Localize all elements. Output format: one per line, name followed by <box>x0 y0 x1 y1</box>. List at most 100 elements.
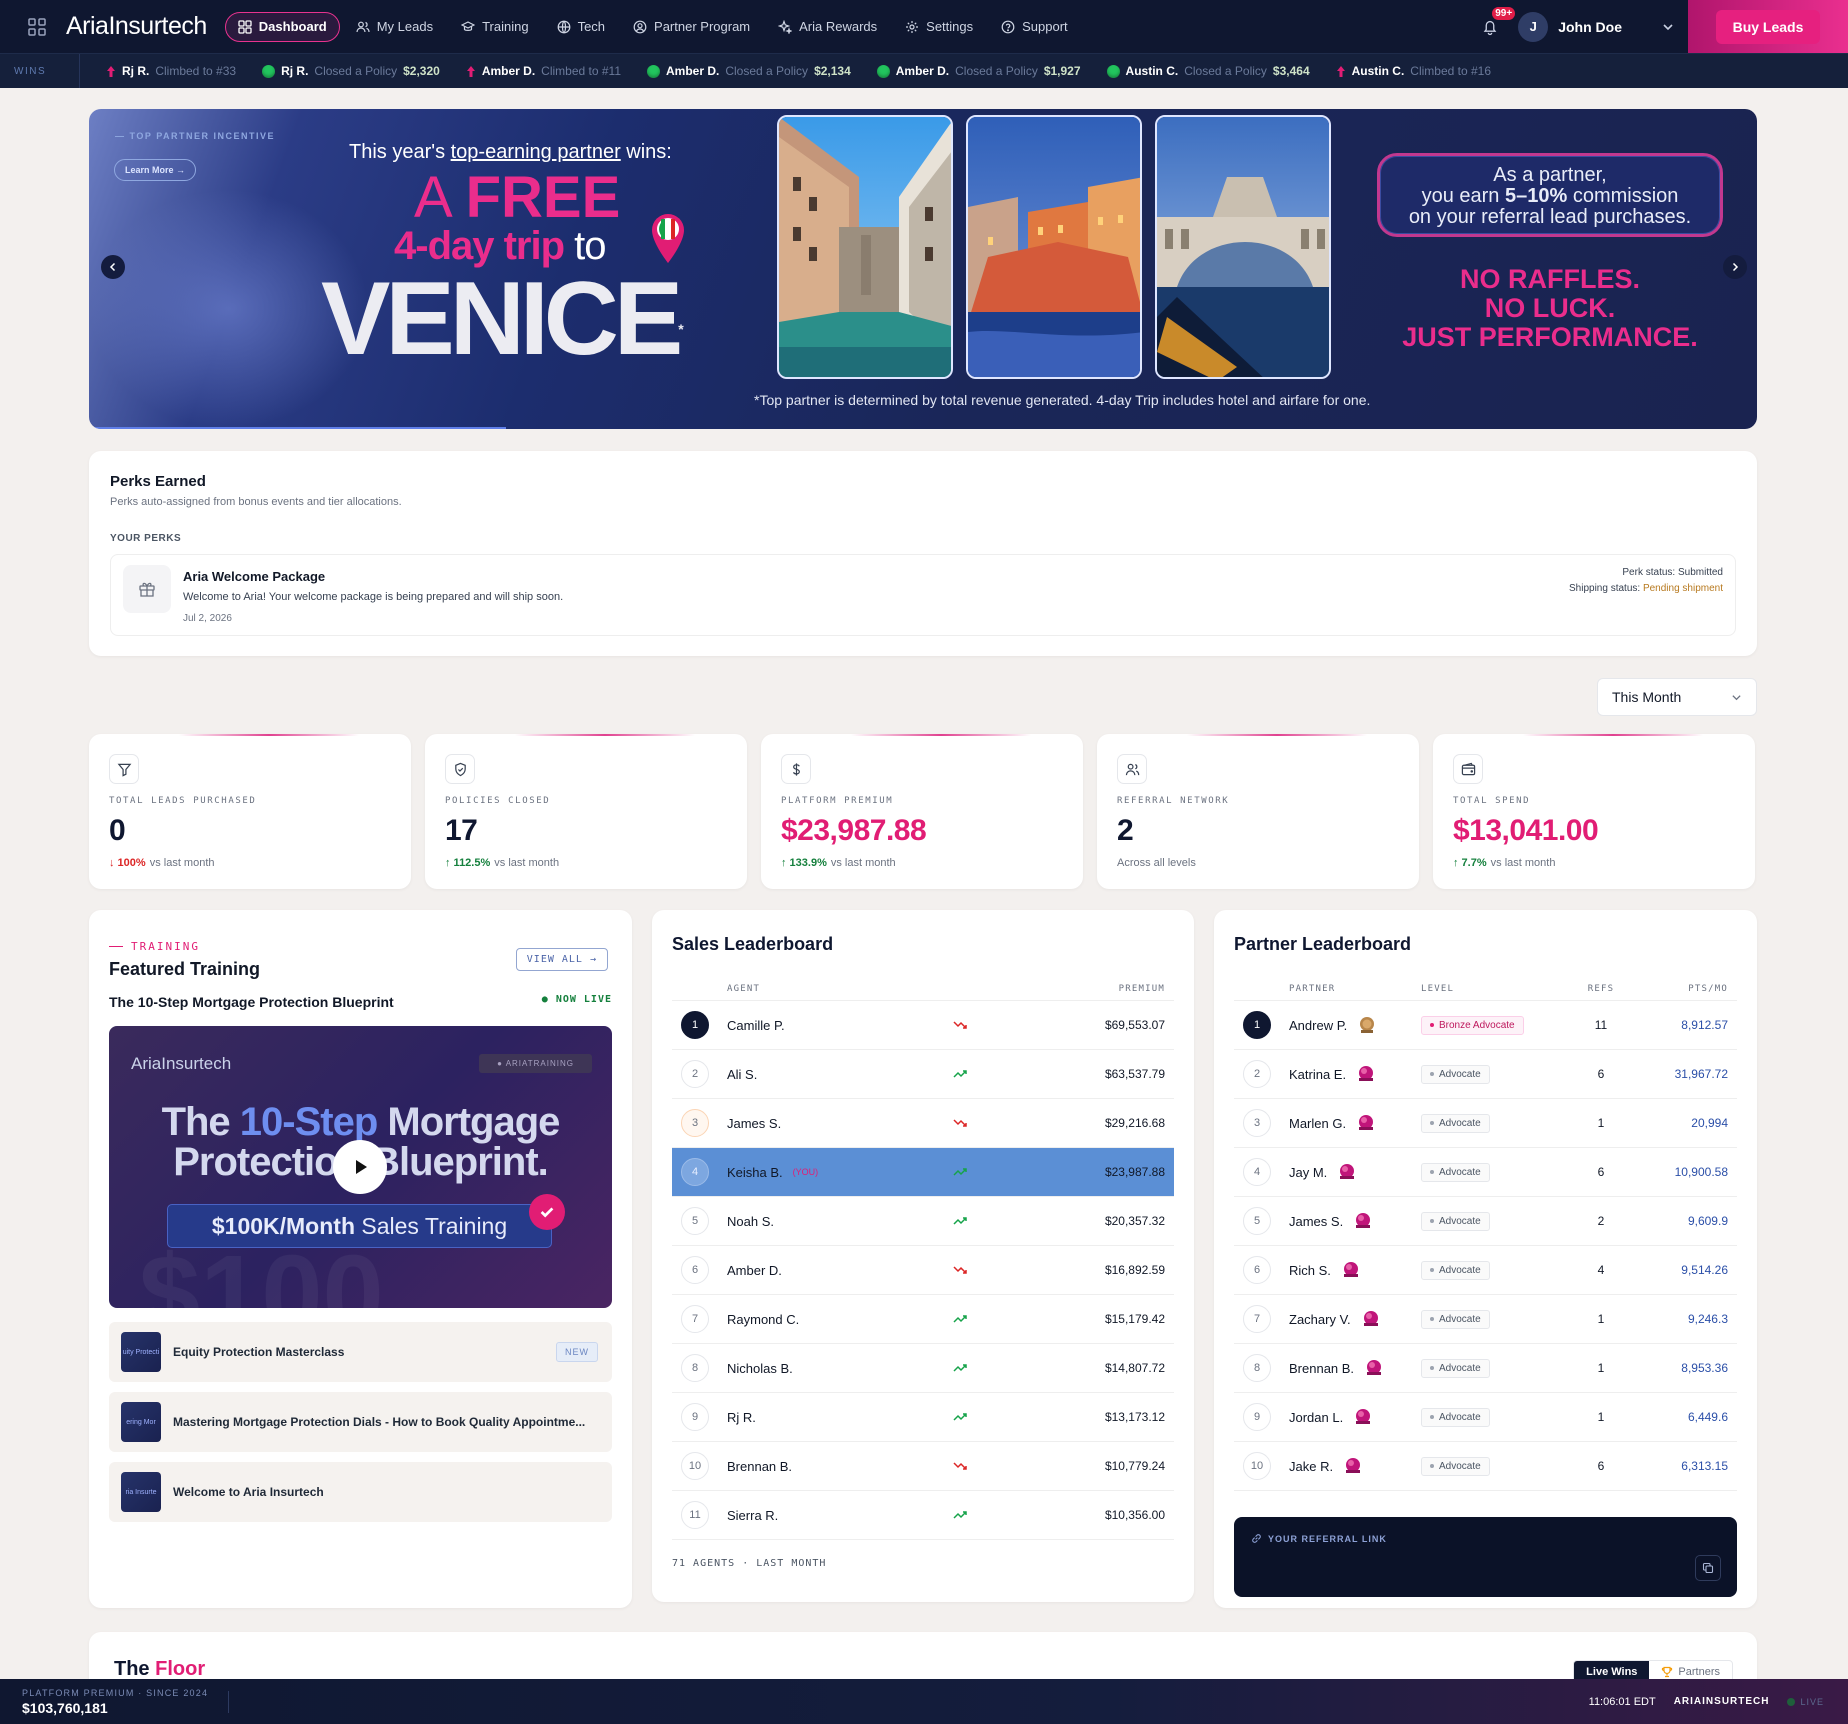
course-item[interactable]: ering Mor Mastering Mortgage Protection D… <box>109 1392 612 1452</box>
ticker-item: Austin C. Closed a Policy $3,464 <box>1106 64 1310 78</box>
nav-item-support[interactable]: Support <box>989 12 1080 42</box>
course-item[interactable]: uity Protecti Equity Protection Mastercla… <box>109 1322 612 1382</box>
advocate-medal-icon <box>1343 1262 1358 1277</box>
table-row[interactable]: 2 Katrina E. Advocate 6 31,967.72 <box>1234 1050 1737 1099</box>
video-headline-1a: The <box>161 1100 240 1144</box>
table-row[interactable]: 10 Brennan B. $10,779.24 <box>672 1442 1174 1491</box>
nav-item-partner-program[interactable]: Partner Program <box>621 12 762 42</box>
rank-badge: 7 <box>1243 1305 1271 1333</box>
level-cell: Advocate <box>1421 1407 1571 1427</box>
buy-leads-button[interactable]: Buy Leads <box>1715 9 1821 44</box>
slogan-line-2: NO LUCK. <box>1484 293 1616 323</box>
perk-item[interactable]: Aria Welcome Package Welcome to Aria! Yo… <box>110 554 1736 636</box>
table-row[interactable]: 6 Amber D. $16,892.59 <box>672 1246 1174 1295</box>
stat-accent-line <box>1187 734 1367 736</box>
partner-name: Katrina E. <box>1271 1064 1421 1084</box>
period-select[interactable]: This Month <box>1597 678 1757 716</box>
rank-badge: 5 <box>1243 1207 1271 1235</box>
table-row[interactable]: 10 Jake R. Advocate 6 6,313.15 <box>1234 1442 1737 1491</box>
nav-item-aria-rewards[interactable]: Aria Rewards <box>766 12 889 42</box>
nav-item-my-leads[interactable]: My Leads <box>344 12 445 42</box>
level-cell: Advocate <box>1421 1064 1571 1084</box>
ticker-item: Amber D. Closed a Policy $2,134 <box>647 64 851 78</box>
refs-value: 1 <box>1597 1410 1605 1424</box>
premium-value: $69,553.07 <box>1104 1018 1165 1032</box>
table-row[interactable]: 5 James S. Advocate 2 9,609.9 <box>1234 1197 1737 1246</box>
apps-grid-icon[interactable] <box>28 17 46 36</box>
users-icon <box>356 21 370 32</box>
table-row[interactable]: 1 Andrew P. Bronze Advocate 11 8,912.57 <box>1234 1001 1737 1050</box>
rank-badge: 7 <box>681 1305 709 1333</box>
table-row[interactable]: 9 Rj R. $13,173.12 <box>672 1393 1174 1442</box>
user-menu[interactable]: J John Doe <box>1518 11 1674 42</box>
featured-video[interactable]: $100 AriaInsurtech ● ARIATRAINING The 10… <box>109 1026 612 1308</box>
stat-change: ↑ 112.5% vs last month <box>445 857 727 869</box>
agent-col-header: AGENT <box>727 983 761 994</box>
table-row[interactable]: 8 Nicholas B. $14,807.72 <box>672 1344 1174 1393</box>
perks-section-label: YOUR PERKS <box>110 533 182 544</box>
partner-line-3: on your referral lead purchases. <box>1408 206 1692 228</box>
featured-training-title[interactable]: The 10-Step Mortgage Protection Blueprin… <box>109 994 394 1010</box>
banner-destination: VENICE* <box>321 259 684 379</box>
nav-item-training[interactable]: Training <box>449 12 540 42</box>
course-item[interactable]: ria Insurte Welcome to Aria Insurtech <box>109 1462 612 1522</box>
ticker-action: Closed a Policy <box>1184 64 1267 78</box>
arrow-up-icon <box>1336 65 1345 77</box>
table-row[interactable]: 11 Sierra R. $10,356.00 <box>672 1491 1174 1540</box>
ticker-action: Closed a Policy <box>314 64 398 78</box>
refs-value: 1 <box>1597 1361 1605 1375</box>
table-row[interactable]: 4 Keisha B. (YOU) $23,987.88 <box>672 1148 1174 1197</box>
table-row[interactable]: 7 Zachary V. Advocate 1 9,246.3 <box>1234 1295 1737 1344</box>
course-thumbnail: ering Mor <box>121 1402 161 1442</box>
arrow-up-icon <box>466 65 475 77</box>
table-row[interactable]: 9 Jordan L. Advocate 1 6,449.6 <box>1234 1393 1737 1442</box>
nav-item-label: My Leads <box>376 19 434 34</box>
ticker-amount: $3,464 <box>1272 64 1310 78</box>
stat-change: ↑ 133.9% vs last month <box>781 857 1063 869</box>
perk-description: Welcome to Aria! Your welcome package is… <box>183 591 564 603</box>
notifications-button[interactable]: 99+ <box>1480 6 1516 39</box>
table-row[interactable]: 2 Ali S. $63,537.79 <box>672 1050 1174 1099</box>
play-icon <box>356 1160 367 1174</box>
trend-cell <box>953 1314 1013 1324</box>
trend-cell <box>953 1118 1013 1128</box>
table-row[interactable]: 5 Noah S. $20,357.32 <box>672 1197 1174 1246</box>
stat-value: $23,987.88 <box>781 814 927 847</box>
partner-name-text: Brennan B. <box>1289 1360 1355 1376</box>
nav-item-tech[interactable]: Tech <box>545 12 617 42</box>
trend-up-icon <box>953 1217 967 1225</box>
ticker-name: Amber D. <box>666 64 720 78</box>
rank-badge: 5 <box>681 1207 709 1235</box>
wins-ticker: WINS Rj R. Climbed to #33 Rj R. Closed a Po… <box>0 53 1848 88</box>
banner-prev-button[interactable] <box>101 255 125 279</box>
table-row[interactable]: 8 Brennan B. Advocate 1 8,953.36 <box>1234 1344 1737 1393</box>
banner-line-2a: A <box>414 165 466 230</box>
copy-referral-link-button[interactable] <box>1695 1555 1721 1581</box>
video-headline-1b: 10-Step <box>239 1100 378 1144</box>
banner-next-button[interactable] <box>1723 255 1747 279</box>
learn-more-button[interactable]: Learn More → <box>114 159 197 181</box>
play-button[interactable] <box>333 1140 387 1194</box>
rank-badge: 2 <box>681 1060 709 1088</box>
nav-item-dashboard[interactable]: Dashboard <box>224 11 340 42</box>
table-row[interactable]: 4 Jay M. Advocate 6 10,900.58 <box>1234 1148 1737 1197</box>
table-row[interactable]: 1 Camille P. $69,553.07 <box>672 1001 1174 1050</box>
app-logo[interactable]: AriaInsurtech <box>66 12 207 41</box>
nav-item-settings[interactable]: Settings <box>893 12 985 42</box>
partner-name-text: Marlen G. <box>1289 1115 1347 1131</box>
agent-name-text: Sierra R. <box>727 1507 779 1523</box>
table-row[interactable]: 7 Raymond C. $15,179.42 <box>672 1295 1174 1344</box>
ticker-amount: $2,134 <box>814 64 851 78</box>
premium-col-header: PREMIUM <box>1118 983 1165 994</box>
table-row[interactable]: 6 Rich S. Advocate 4 9,514.26 <box>1234 1246 1737 1295</box>
agent-name: Keisha B. (YOU) <box>709 1165 953 1180</box>
partner-leaderboard-card: Partner Leaderboard PARTNER LEVEL REFS P… <box>1214 910 1757 1608</box>
stat-card-policies-closed: POLICIES CLOSED 17 ↑ 112.5% vs last month <box>425 734 747 889</box>
stat-icon-container <box>445 754 475 784</box>
view-all-button[interactable]: VIEW ALL → <box>515 948 608 971</box>
refs-value: 1 <box>1597 1116 1605 1130</box>
ticker-name: Amber D. <box>895 64 950 78</box>
copy-icon <box>1702 1562 1714 1574</box>
table-row[interactable]: 3 James S. $29,216.68 <box>672 1099 1174 1148</box>
table-row[interactable]: 3 Marlen G. Advocate 1 20,994 <box>1234 1099 1737 1148</box>
